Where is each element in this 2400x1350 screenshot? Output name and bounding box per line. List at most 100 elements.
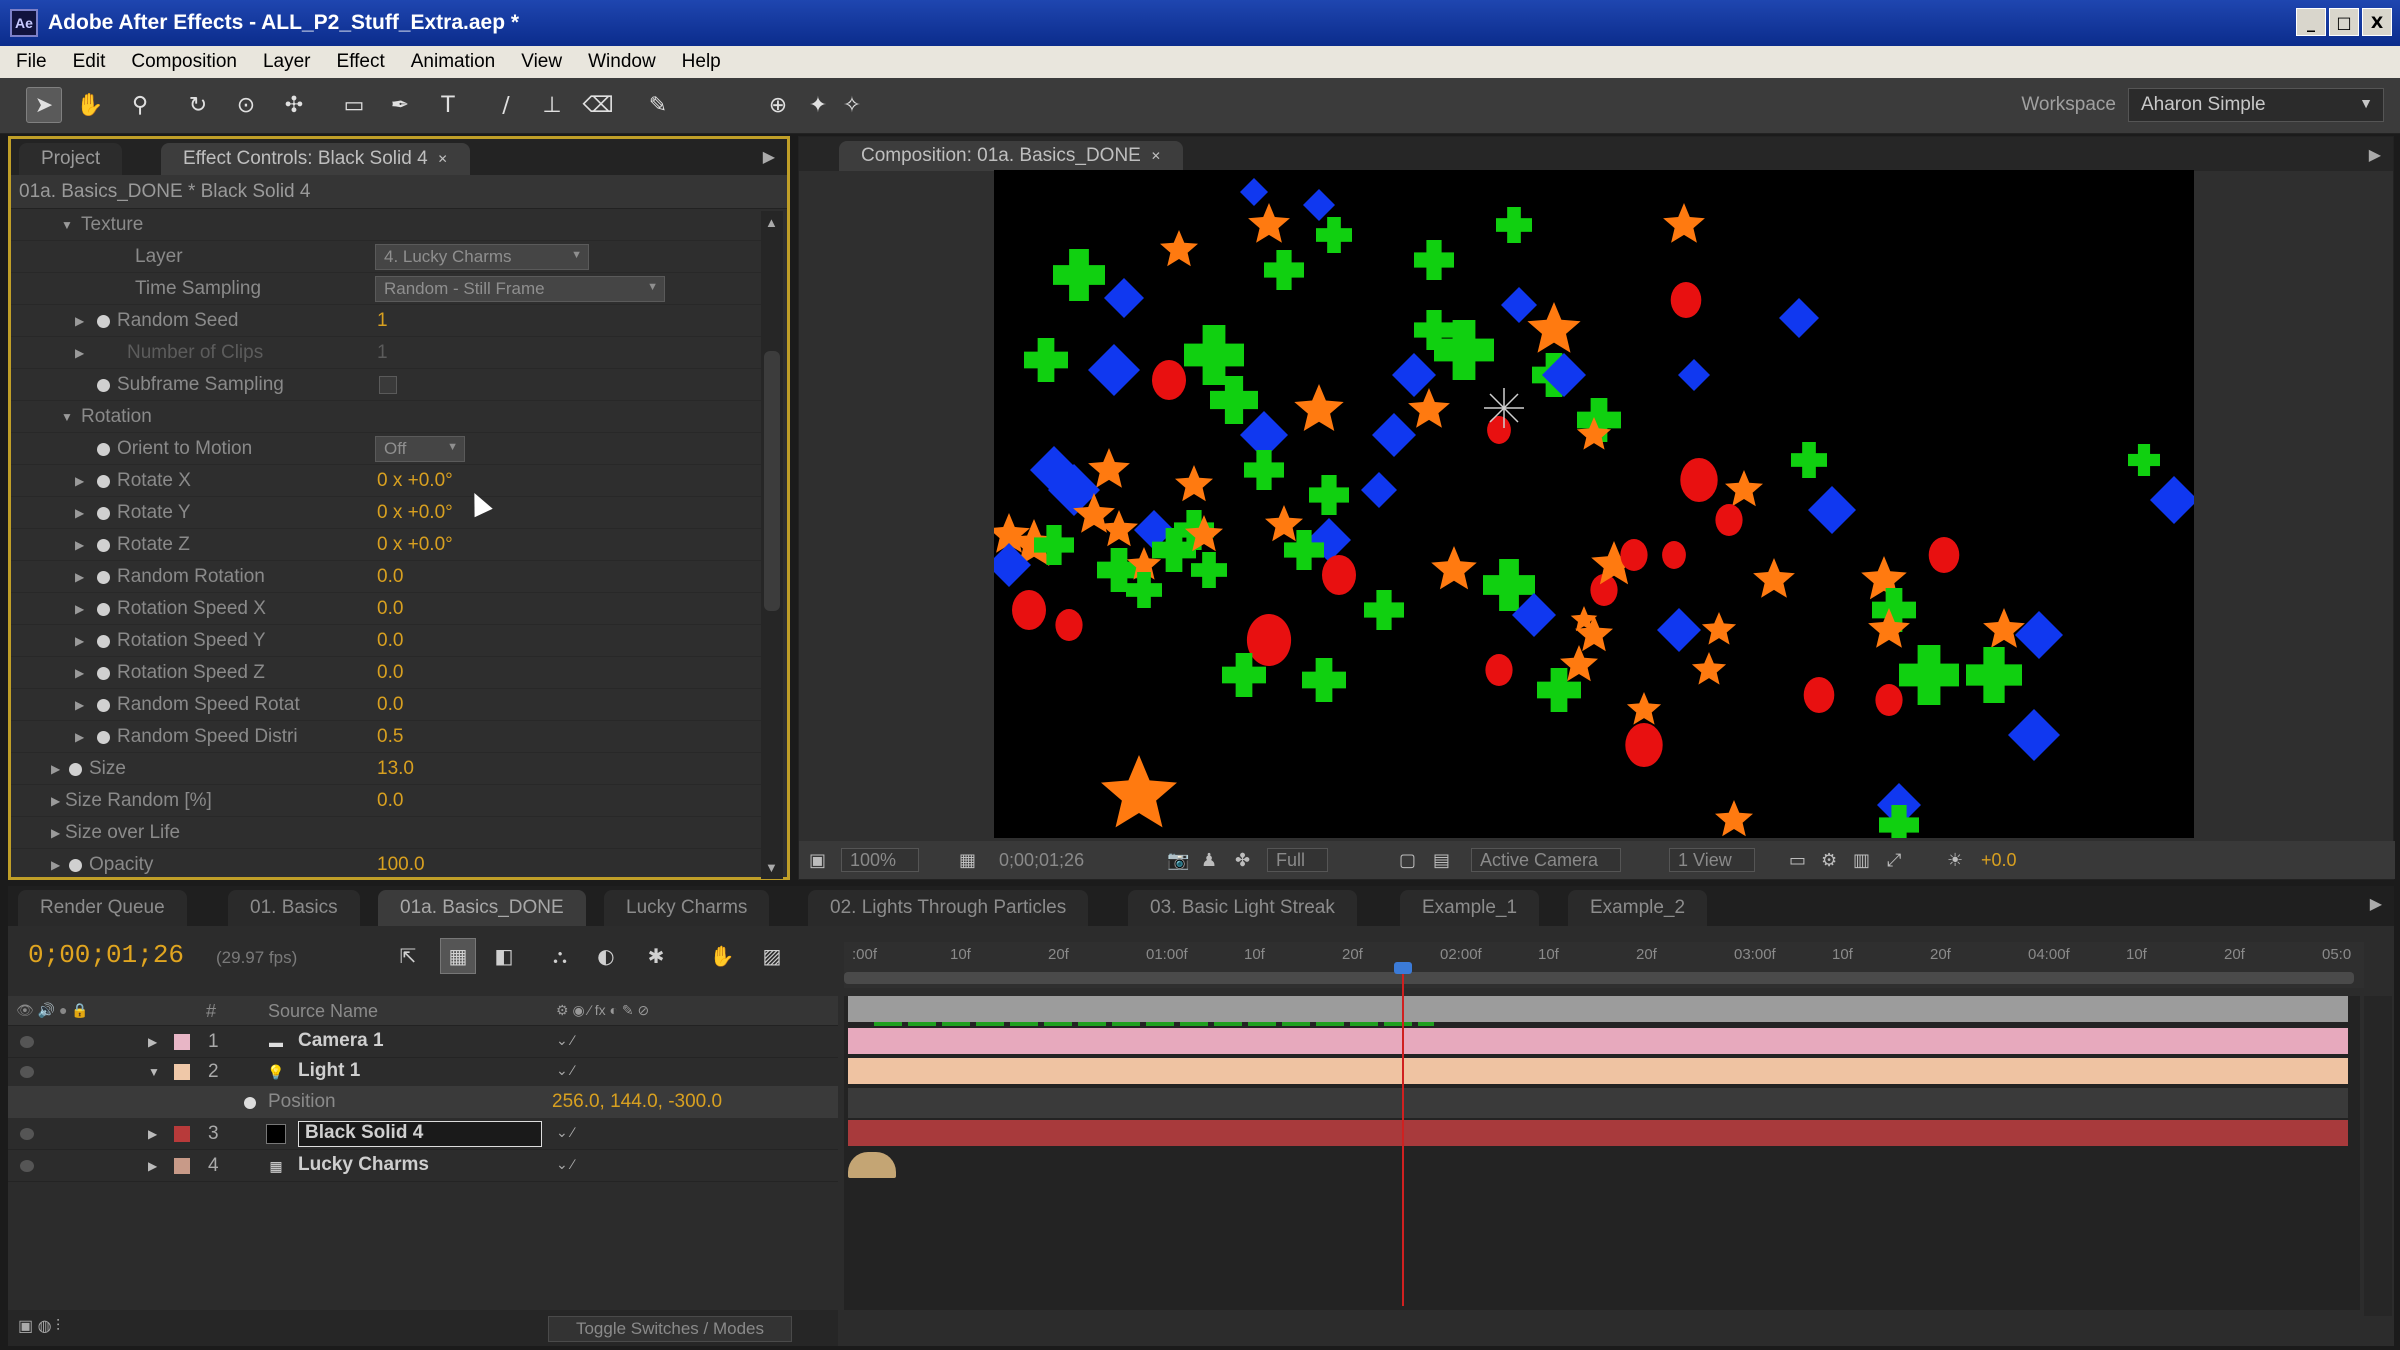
twirl-right-icon[interactable]: ▶ (51, 794, 60, 808)
orbit-camera-icon[interactable]: ⊙ (228, 87, 264, 123)
show-channel-icon[interactable]: ♟ (1201, 848, 1217, 872)
frame-blending-icon[interactable]: ⛬ (542, 938, 578, 974)
effect-row-17[interactable]: ▶ Size 13.0 (11, 753, 761, 785)
maximize-button[interactable]: □ (2329, 8, 2359, 36)
twirl-right-icon[interactable]: ▶ (75, 634, 84, 648)
property-dropdown[interactable]: Off ▼ (375, 436, 465, 462)
twirl-right-icon[interactable]: ▶ (75, 474, 84, 488)
effect-row-13[interactable]: ▶ Rotation Speed Y 0.0 (11, 625, 761, 657)
snapshot-icon[interactable]: 📷 (1167, 848, 1189, 872)
menu-composition[interactable]: Composition (131, 51, 237, 73)
tab-render-queue[interactable]: Render Queue (18, 890, 187, 926)
resolution-dropdown[interactable]: Full (1267, 848, 1329, 872)
twirl-right-icon[interactable]: ▶ (148, 1127, 157, 1141)
property-value[interactable]: 0 x +0.0° (377, 470, 453, 492)
property-value[interactable]: 100.0 (377, 854, 425, 876)
stopwatch-icon[interactable] (97, 571, 110, 584)
clone-stamp-tool-icon[interactable]: ⊥ (534, 87, 570, 123)
scroll-thumb[interactable] (764, 351, 780, 611)
effect-row-19[interactable]: ▶ Size over Life (11, 817, 761, 849)
twirl-right-icon[interactable]: ▶ (75, 666, 84, 680)
layer-name[interactable]: Lucky Charms (298, 1154, 429, 1176)
zoom-tool-icon[interactable]: ⚲ (122, 87, 158, 123)
stopwatch-icon[interactable] (244, 1097, 256, 1109)
twirl-down-icon[interactable]: ▼ (61, 410, 73, 424)
layer-duration-bar[interactable] (848, 1058, 2348, 1084)
tab-02-lights-through-particles[interactable]: 02. Lights Through Particles (808, 890, 1089, 926)
color-channel-icon[interactable]: ✤ (1235, 848, 1250, 872)
property-value[interactable]: 1 (377, 310, 388, 332)
effect-row-16[interactable]: ▶ Random Speed Distri 0.5 (11, 721, 761, 753)
close-button[interactable]: X (2362, 8, 2392, 36)
magnification-dropdown[interactable]: 100% (841, 848, 920, 872)
comp-mini-flowchart-icon[interactable]: ⇱ (390, 938, 426, 974)
property-value[interactable]: 0.0 (377, 790, 403, 812)
scroll-up-icon[interactable]: ▲ (765, 215, 778, 230)
timeline-timecode[interactable]: 0;00;01;26 (28, 940, 184, 970)
twirl-right-icon[interactable]: ▶ (148, 1035, 157, 1049)
exposure-icon[interactable]: ☀ (1947, 848, 1963, 872)
twirl-right-icon[interactable]: ▶ (51, 762, 60, 776)
stopwatch-icon[interactable] (97, 667, 110, 680)
twirl-right-icon[interactable]: ▶ (75, 602, 84, 616)
twirl-right-icon[interactable]: ▶ (75, 698, 84, 712)
menu-help[interactable]: Help (682, 51, 721, 73)
tab-03-basic-light-streak[interactable]: 03. Basic Light Streak (1128, 890, 1357, 926)
layer-duration-bar[interactable] (848, 1028, 2348, 1054)
playhead-handle[interactable] (1394, 962, 1412, 974)
type-tool-icon[interactable]: T (430, 87, 466, 123)
tab-effect-controls[interactable]: Effect Controls: Black Solid 4 ✕ (161, 143, 470, 175)
minimize-button[interactable]: _ (2296, 8, 2326, 36)
stopwatch-icon[interactable] (97, 507, 110, 520)
auto-keyframe-icon[interactable]: ✋ (704, 938, 740, 974)
twirl-right-icon[interactable]: ▶ (75, 506, 84, 520)
menu-animation[interactable]: Animation (411, 51, 496, 73)
exposure-value[interactable]: +0.0 (1981, 848, 2017, 872)
pan-behind-tool-icon[interactable]: ✣ (276, 87, 312, 123)
twirl-down-icon[interactable]: ▼ (148, 1065, 160, 1079)
stopwatch-icon[interactable] (97, 603, 110, 616)
close-icon[interactable]: ✕ (438, 152, 448, 166)
stopwatch-icon[interactable] (97, 699, 110, 712)
timeline-icon[interactable]: ▥ (1853, 848, 1870, 872)
stopwatch-icon[interactable] (97, 731, 110, 744)
view-axis-icon[interactable]: ✧ (834, 87, 870, 123)
work-area-bar[interactable] (844, 972, 2354, 984)
layer-switches[interactable]: ⌄ ∕ (556, 1156, 574, 1173)
menu-edit[interactable]: Edit (73, 51, 106, 73)
twirl-right-icon[interactable]: ▶ (51, 858, 60, 872)
tab-01-basics[interactable]: 01. Basics (228, 890, 360, 926)
tab-composition[interactable]: Composition: 01a. Basics_DONE ✕ (839, 141, 1183, 171)
property-value[interactable]: 0.0 (377, 662, 403, 684)
twirl-right-icon[interactable]: ▶ (75, 314, 84, 328)
tab-lucky-charms[interactable]: Lucky Charms (604, 890, 770, 926)
axis-mode-icon[interactable]: ⊕ (760, 87, 796, 123)
effect-row-3[interactable]: ▶ Random Seed 1 (11, 305, 761, 337)
subframe-checkbox[interactable] (379, 376, 397, 394)
effect-row-15[interactable]: ▶ Random Speed Rotat 0.0 (11, 689, 761, 721)
twirl-down-icon[interactable]: ▼ (61, 218, 73, 232)
composition-viewer[interactable] (994, 170, 2194, 838)
scroll-down-icon[interactable]: ▼ (765, 860, 778, 875)
effect-row-14[interactable]: ▶ Rotation Speed Z 0.0 (11, 657, 761, 689)
stopwatch-icon[interactable] (97, 635, 110, 648)
twirl-right-icon[interactable]: ▶ (51, 826, 60, 840)
property-value[interactable]: 0.0 (377, 630, 403, 652)
layer-row[interactable]: ▼ 2 💡 Light 1 ⌄ ∕ (8, 1056, 838, 1088)
menu-effect[interactable]: Effect (337, 51, 385, 73)
property-value[interactable]: 0.5 (377, 726, 403, 748)
label-color-swatch[interactable] (174, 1034, 190, 1050)
rectangle-mask-tool-icon[interactable]: ▭ (336, 87, 372, 123)
layer-row[interactable]: ▶ 3 Black Solid 4 ⌄ ∕ (8, 1118, 838, 1150)
motion-blur-icon[interactable]: ◐ (588, 938, 624, 974)
menu-window[interactable]: Window (588, 51, 656, 73)
effect-row-11[interactable]: ▶ Random Rotation 0.0 (11, 561, 761, 593)
position-property-row[interactable]: Position 256.0, 144.0, -300.0 (8, 1086, 838, 1118)
menu-view[interactable]: View (521, 51, 562, 73)
layer-switches[interactable]: ⌄ ∕ (556, 1062, 574, 1079)
eraser-tool-icon[interactable]: ⌫ (580, 87, 616, 123)
tab-example-1[interactable]: Example_1 (1400, 890, 1540, 926)
timeline-scrollbar[interactable] (2364, 996, 2392, 1316)
layer-name[interactable]: Light 1 (298, 1060, 360, 1082)
footer-icons[interactable]: ▣ ◍ ⫶ (18, 1316, 60, 1336)
